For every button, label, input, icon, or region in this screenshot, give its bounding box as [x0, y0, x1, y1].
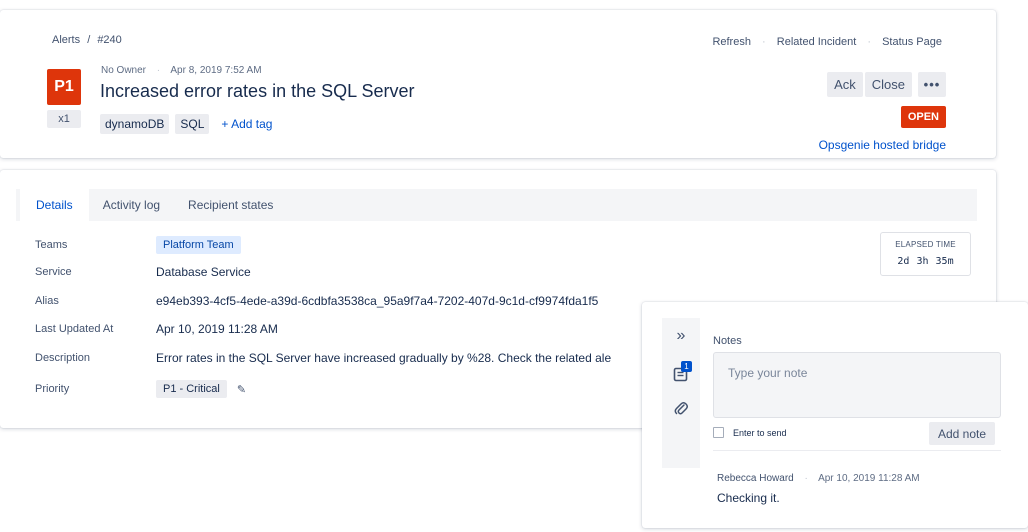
note-input[interactable]: Type your note: [713, 352, 1001, 418]
service-label: Service: [35, 266, 72, 278]
elapsed-time-value: 2d 3h 35m: [897, 256, 954, 267]
note-meta-separator: ·: [804, 473, 808, 484]
breadcrumb-alerts-link[interactable]: Alerts: [52, 34, 80, 46]
priority-label: Priority: [35, 383, 70, 395]
enter-to-send-checkbox[interactable]: [713, 427, 724, 438]
link-separator: ·: [762, 36, 766, 48]
paperclip-svg: [674, 402, 688, 415]
detail-row-updated: Last Updated At Apr 10, 2019 11:28 AM: [35, 322, 278, 336]
detail-row-service: Service Database Service: [35, 265, 251, 279]
note-meta: Rebecca Howard · Apr 10, 2019 11:28 AM: [717, 473, 920, 484]
alias-label: Alias: [35, 295, 59, 307]
elapsed-time-box: ELAPSED TIME 2d 3h 35m: [880, 232, 971, 276]
action-buttons: Ack Close •••: [827, 72, 946, 97]
description-label: Description: [35, 352, 91, 364]
add-note-button[interactable]: Add note: [929, 422, 996, 445]
enter-to-send-row: Enter to send: [713, 427, 787, 438]
notes-title: Notes: [713, 335, 742, 347]
status-badge: OPEN: [900, 106, 946, 128]
integration-link[interactable]: Opsgenie hosted bridge: [819, 138, 946, 152]
alert-header-card: Alerts / #240 P1 x1 No Owner · Apr 8, 20…: [0, 10, 996, 158]
refresh-link[interactable]: Refresh: [712, 36, 751, 48]
close-button[interactable]: Close: [864, 72, 912, 97]
breadcrumb-alert-id: #240: [97, 34, 122, 46]
collapse-chevron-icon[interactable]: »: [671, 326, 691, 346]
tag-dynamodb[interactable]: dynamoDB: [100, 114, 170, 134]
ack-button[interactable]: Ack: [827, 72, 863, 97]
created-time: Apr 8, 2019 7:52 AM: [170, 65, 262, 76]
note-text: Checking it.: [717, 491, 780, 505]
header-links: Refresh · Related Incident · Status Page: [712, 36, 942, 48]
updated-value: Apr 10, 2019 11:28 AM: [156, 322, 278, 336]
edit-priority-pencil-icon[interactable]: ✎: [237, 383, 246, 396]
team-badge[interactable]: Platform Team: [156, 236, 241, 254]
notes-icon[interactable]: 1: [671, 361, 692, 384]
note-author: Rebecca Howard: [717, 473, 794, 484]
add-tag-link[interactable]: + Add tag: [221, 117, 272, 131]
detail-row-description: Description Error rates in the SQL Serve…: [35, 351, 611, 365]
more-actions-button[interactable]: •••: [918, 72, 946, 97]
updated-label: Last Updated At: [35, 323, 114, 335]
service-value: Database Service: [156, 265, 251, 279]
tab-activity-log[interactable]: Activity log: [89, 189, 174, 221]
elapsed-time-label: ELAPSED TIME: [895, 240, 956, 249]
enter-to-send-label: Enter to send: [733, 427, 787, 438]
status-page-link[interactable]: Status Page: [882, 36, 942, 48]
note-divider: [713, 450, 1001, 451]
description-value: Error rates in the SQL Server have incre…: [156, 351, 612, 365]
notes-panel: » 1 Notes Type your note Enter to send A…: [642, 302, 1028, 528]
breadcrumb-separator: /: [87, 34, 91, 46]
tag-list: dynamoDB SQL + Add tag: [100, 114, 272, 134]
attachment-icon[interactable]: [671, 398, 691, 418]
alert-title: Increased error rates in the SQL Server: [100, 81, 415, 101]
related-incident-link[interactable]: Related Incident: [777, 36, 857, 48]
tab-bar: Details Activity log Recipient states: [16, 189, 977, 221]
detail-row-alias: Alias e94eb393-4cf5-4ede-a39d-6cdbfa3538…: [35, 294, 598, 308]
priority-value: P1 - Critical: [156, 380, 227, 398]
link-separator: ·: [867, 36, 871, 48]
priority-badge: P1: [47, 69, 81, 105]
owner-text[interactable]: No Owner: [101, 65, 146, 76]
alias-value: e94eb393-4cf5-4ede-a39d-6cdbfa3538ca_95a…: [156, 294, 599, 308]
tag-sql[interactable]: SQL: [175, 114, 210, 134]
notes-sidebar: » 1: [662, 318, 700, 468]
tab-recipient-states[interactable]: Recipient states: [174, 189, 287, 221]
meta-separator: ·: [156, 65, 161, 76]
notes-count-badge: 1: [681, 361, 692, 372]
detail-row-priority: Priority P1 - Critical ✎: [35, 380, 246, 398]
breadcrumb: Alerts / #240: [52, 34, 122, 46]
note-time: Apr 10, 2019 11:28 AM: [818, 473, 920, 484]
teams-label: Teams: [35, 239, 68, 251]
alert-count-badge: x1: [47, 110, 81, 128]
tab-details[interactable]: Details: [20, 189, 89, 221]
alert-meta: No Owner · Apr 8, 2019 7:52 AM: [101, 65, 262, 76]
detail-row-teams: Teams Platform Team: [35, 236, 241, 254]
